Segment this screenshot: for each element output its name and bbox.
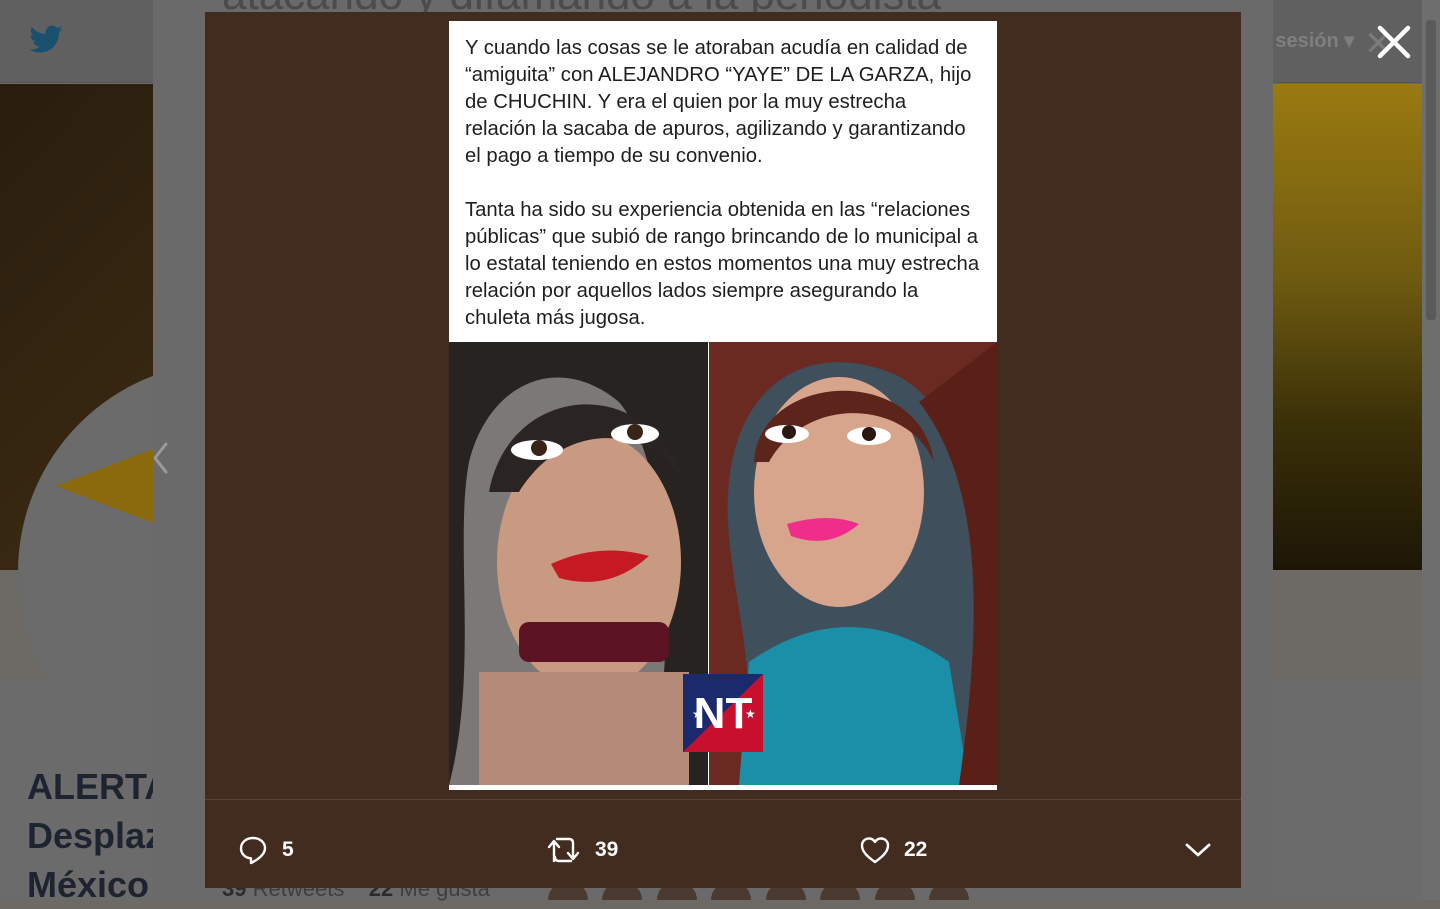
chevron-left-icon[interactable] (148, 438, 174, 478)
like-button[interactable]: 22 (860, 832, 927, 868)
image-paragraph: Tanta ha sido su experiencia obtenida en… (465, 199, 980, 329)
photo-collage: NT ★ ★ (449, 342, 997, 785)
svg-text:★: ★ (745, 707, 756, 721)
like-count: 22 (904, 838, 928, 861)
profile-banner-edge (1272, 84, 1422, 570)
close-icon[interactable] (1372, 20, 1416, 64)
media-lightbox: Y cuando las cosas se le atoraban acudía… (205, 12, 1241, 888)
actions-divider (205, 799, 1241, 800)
portrait-photo-left (449, 342, 708, 785)
retweet-button[interactable]: 39 (547, 832, 618, 868)
heading-line: Desplaz (27, 815, 157, 856)
heading-line: México (27, 864, 150, 905)
login-link[interactable]: r sesión ▾ (1262, 28, 1354, 53)
more-options-button[interactable] (1184, 832, 1212, 868)
chevron-down-icon (1185, 843, 1211, 857)
profile-heading: ALERTA Desplaz México (27, 762, 157, 909)
reply-button[interactable]: 5 (238, 832, 294, 868)
reply-count: 5 (282, 838, 294, 861)
image-paragraph: Y cuando las cosas se le atoraban acudía… (465, 37, 972, 167)
scrollbar-thumb[interactable] (1426, 20, 1436, 320)
login-label: r sesión (1262, 30, 1339, 52)
page-scrollbar[interactable] (1422, 0, 1440, 900)
retweet-count: 39 (595, 838, 619, 861)
heading-line: ALERTA (27, 766, 157, 807)
nt-logo: NT ★ ★ (683, 674, 763, 752)
heart-icon (860, 837, 890, 864)
tweet-image[interactable]: Y cuando las cosas se le atoraban acudía… (449, 21, 997, 790)
svg-text:★: ★ (692, 707, 703, 721)
retweet-icon (547, 837, 580, 863)
avatar-logo-shape (56, 448, 156, 524)
reply-icon (239, 836, 267, 865)
twitter-bird-icon[interactable] (26, 22, 66, 58)
image-text-block: Y cuando las cosas se le atoraban acudía… (449, 21, 997, 332)
